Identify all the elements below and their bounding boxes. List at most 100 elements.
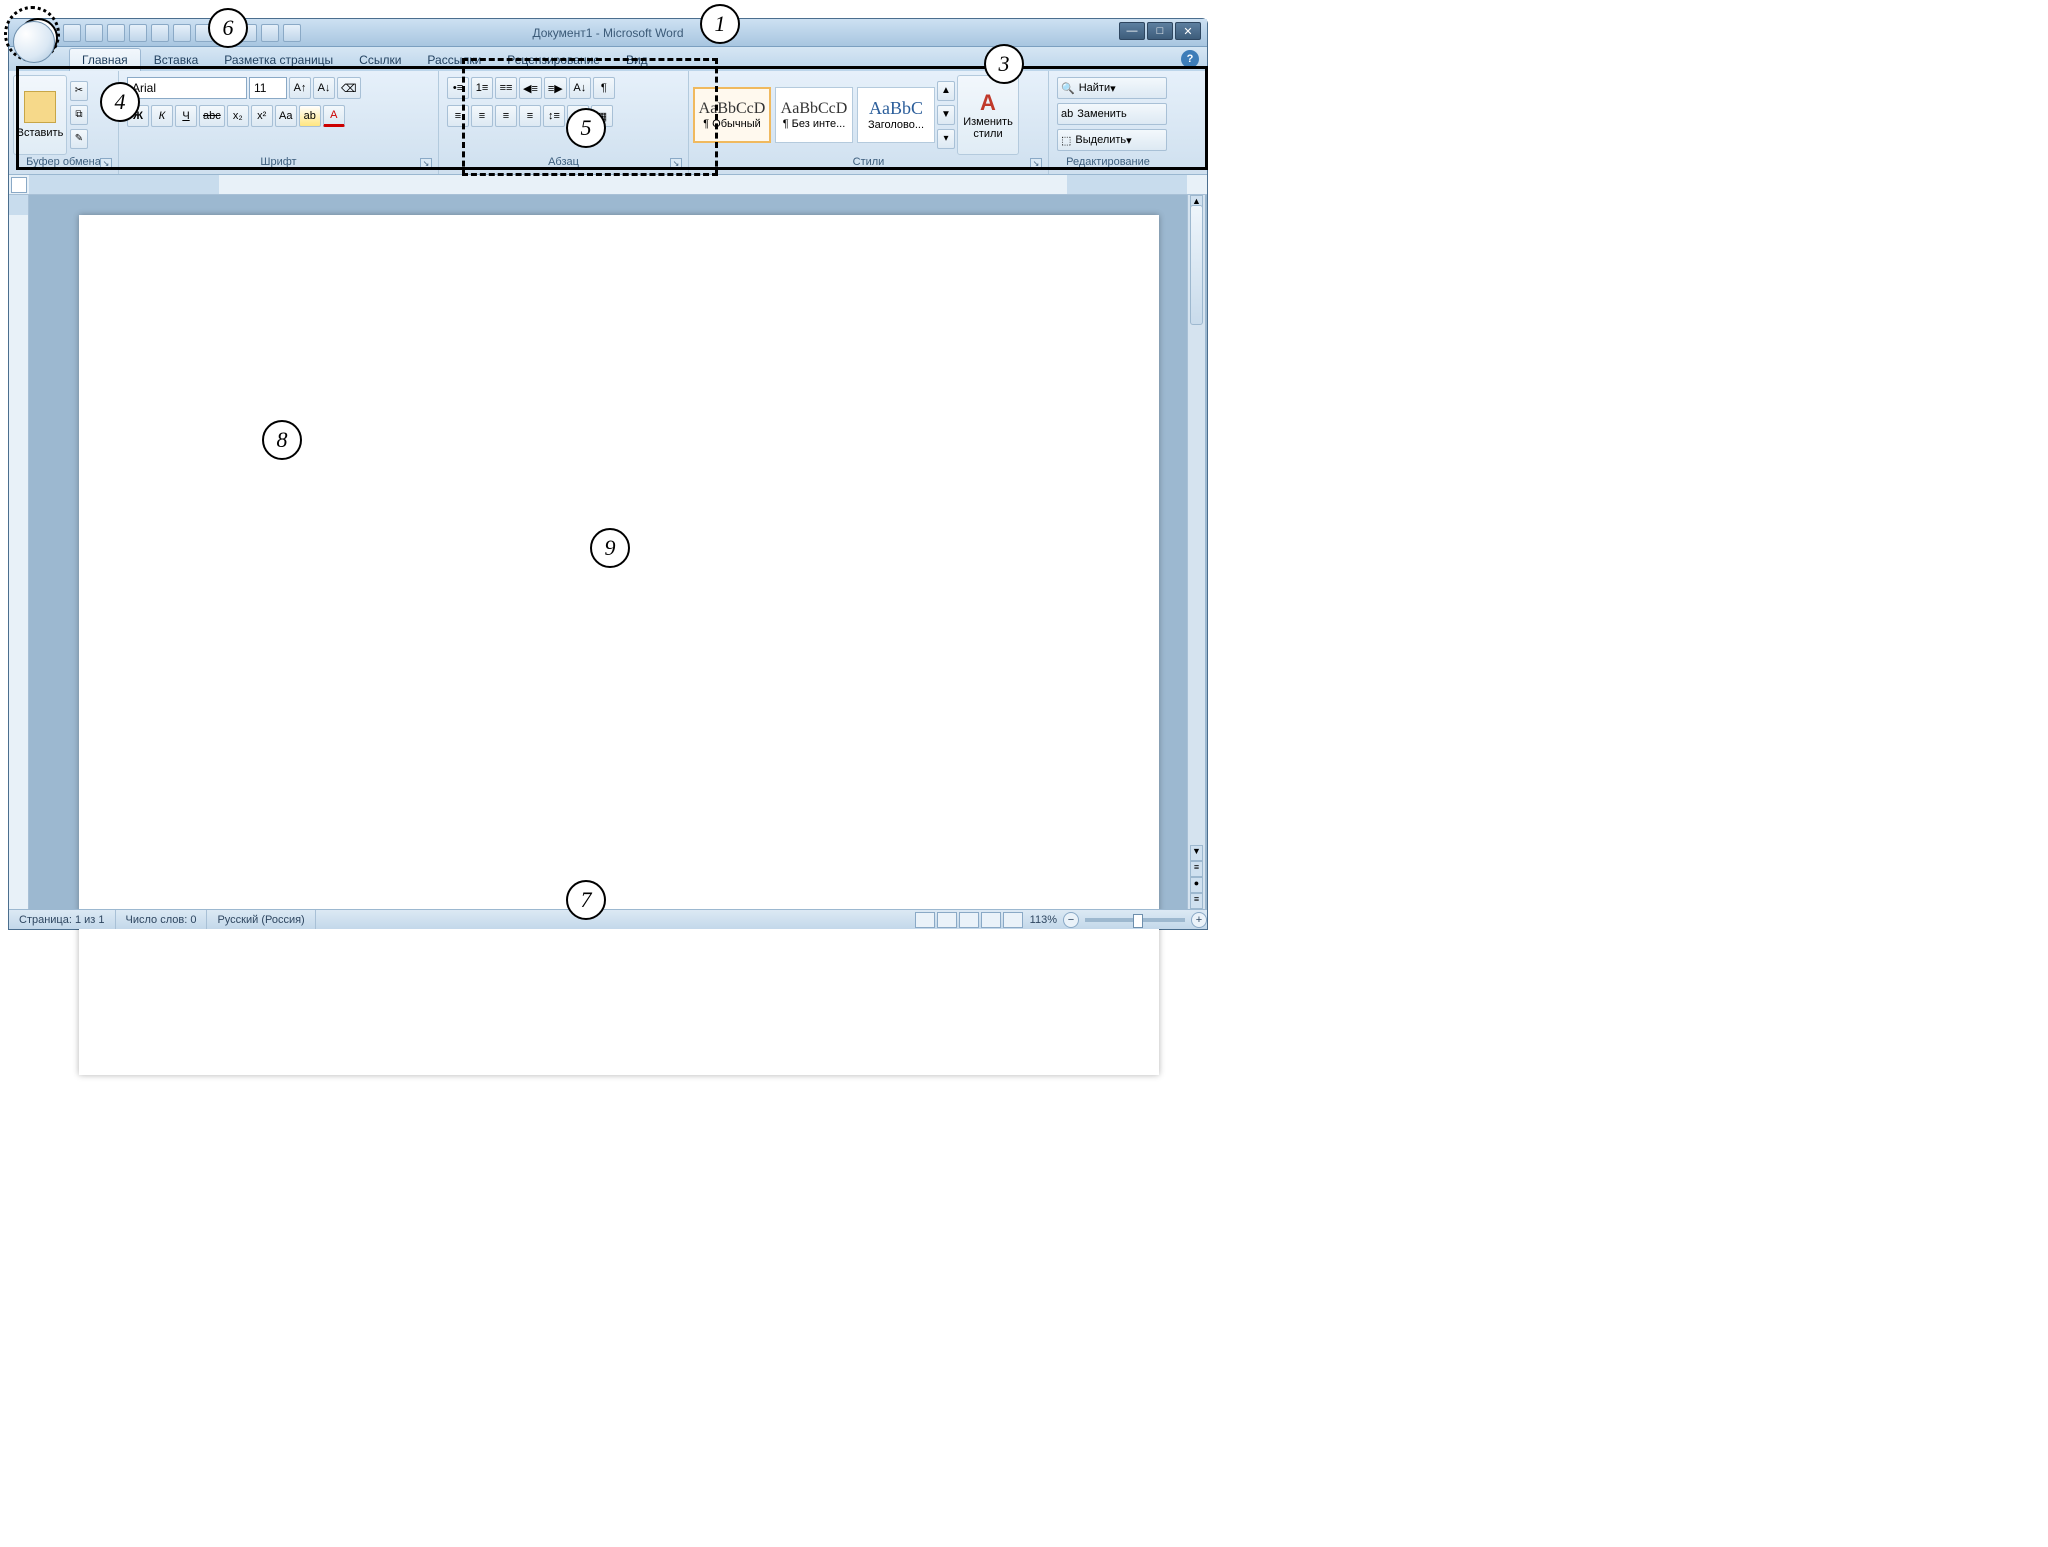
font-color-button[interactable]: A — [323, 105, 345, 127]
bold-button[interactable]: Ж — [127, 105, 149, 127]
close-button[interactable]: ✕ — [1175, 22, 1201, 40]
grow-font-button[interactable]: A↑ — [289, 77, 311, 99]
view-full-reading[interactable] — [937, 912, 957, 928]
clipboard-dialog-launcher[interactable]: ↘ — [100, 158, 112, 170]
ribbon: Вставить ✂ ⧉ ✎ Буфер обмена ↘ A↑ — [9, 71, 1207, 175]
styles-dialog-launcher[interactable]: ↘ — [1030, 158, 1042, 170]
clear-formatting-button[interactable]: ⌫ — [337, 77, 361, 99]
tab-selector[interactable] — [11, 177, 27, 193]
status-words[interactable]: Число слов: 0 — [116, 910, 208, 929]
status-bar: Страница: 1 из 1 Число слов: 0 Русский (… — [9, 909, 1207, 929]
tab-review[interactable]: Рецензирование — [494, 48, 613, 71]
font-name-combo[interactable] — [127, 77, 247, 99]
qat-open-icon[interactable] — [151, 24, 169, 42]
browse-object-button[interactable]: ● — [1190, 877, 1203, 893]
group-styles: AaBbCcD ¶ Обычный AaBbCcD ¶ Без инте... … — [689, 71, 1049, 174]
paragraph-dialog-launcher[interactable]: ↘ — [670, 158, 682, 170]
align-right-button[interactable]: ≡ — [495, 105, 517, 127]
change-styles-button[interactable]: A Изменить стили — [957, 75, 1019, 155]
status-language[interactable]: Русский (Россия) — [207, 910, 315, 929]
copy-button[interactable]: ⧉ — [70, 105, 88, 125]
line-spacing-button[interactable]: ↕≡ — [543, 105, 565, 127]
zoom-slider[interactable] — [1085, 918, 1185, 922]
scroll-thumb[interactable] — [1190, 205, 1203, 325]
ribbon-tabs: Главная Вставка Разметка страницы Ссылки… — [9, 47, 1207, 71]
prev-page-button[interactable]: ≡ — [1190, 861, 1203, 877]
maximize-button[interactable]: □ — [1147, 22, 1173, 40]
align-left-button[interactable]: ≡ — [447, 105, 469, 127]
shading-button[interactable]: ◧ — [567, 105, 589, 127]
decrease-indent-button[interactable]: ◀≡ — [519, 77, 542, 99]
tab-layout[interactable]: Разметка страницы — [211, 48, 346, 71]
shrink-font-button[interactable]: A↓ — [313, 77, 335, 99]
styles-scroll-up[interactable]: ▲ — [937, 81, 955, 101]
style-normal[interactable]: AaBbCcD ¶ Обычный — [693, 87, 771, 143]
tab-insert[interactable]: Вставка — [141, 48, 212, 71]
paste-button[interactable]: Вставить — [13, 75, 67, 155]
increase-indent-button[interactable]: ≡▶ — [544, 77, 567, 99]
group-paragraph: •≡ 1≡ ≡≡ ◀≡ ≡▶ A↓ ¶ ≡ ≡ ≡ ≡ ↕≡ ◧ ▦ — [439, 71, 689, 174]
numbering-button[interactable]: 1≡ — [471, 77, 493, 99]
find-button[interactable]: 🔍 Найти ▾ — [1057, 77, 1167, 99]
clipboard-group-label: Буфер обмена ↘ — [13, 156, 114, 174]
zoom-in-button[interactable]: + — [1191, 912, 1207, 928]
highlight-button[interactable]: ab — [299, 105, 321, 127]
view-outline[interactable] — [981, 912, 1001, 928]
justify-button[interactable]: ≡ — [519, 105, 541, 127]
vertical-ruler[interactable] — [9, 195, 29, 909]
office-button[interactable] — [13, 21, 55, 63]
superscript-button[interactable]: x² — [251, 105, 273, 127]
qat-new-icon[interactable] — [129, 24, 147, 42]
quick-access-toolbar — [63, 24, 301, 42]
qat-save-icon[interactable] — [63, 24, 81, 42]
zoom-out-button[interactable]: − — [1063, 912, 1079, 928]
vertical-scrollbar[interactable]: ▲ ▼ ≡ ● ≡ — [1187, 195, 1205, 909]
style-no-spacing[interactable]: AaBbCcD ¶ Без инте... — [775, 87, 853, 143]
view-web-layout[interactable] — [959, 912, 979, 928]
borders-button[interactable]: ▦ — [591, 105, 613, 127]
align-center-button[interactable]: ≡ — [471, 105, 493, 127]
styles-scroll-down[interactable]: ▼ — [937, 105, 955, 125]
qat-spellcheck-icon[interactable] — [173, 24, 191, 42]
qat-extra3-icon[interactable] — [261, 24, 279, 42]
tab-view[interactable]: Вид — [613, 48, 661, 71]
scroll-down-arrow[interactable]: ▼ — [1190, 845, 1203, 861]
change-case-button[interactable]: Aa — [275, 105, 297, 127]
format-painter-button[interactable]: ✎ — [70, 129, 88, 149]
style-heading1[interactable]: AaBbC Заголово... — [857, 87, 935, 143]
zoom-level[interactable]: 113% — [1024, 914, 1063, 926]
horizontal-ruler[interactable] — [9, 175, 1207, 195]
qat-undo-icon[interactable] — [85, 24, 103, 42]
view-draft[interactable] — [1003, 912, 1023, 928]
sort-button[interactable]: A↓ — [569, 77, 591, 99]
status-page[interactable]: Страница: 1 из 1 — [9, 910, 116, 929]
font-dialog-launcher[interactable]: ↘ — [420, 158, 432, 170]
qat-extra1-icon[interactable] — [217, 24, 235, 42]
group-editing: 🔍 Найти ▾ ab Заменить ⬚ Выделить ▾ Редак… — [1049, 71, 1167, 174]
replace-button[interactable]: ab Заменить — [1057, 103, 1167, 125]
help-button[interactable]: ? — [1181, 50, 1199, 68]
italic-button[interactable]: К — [151, 105, 173, 127]
next-page-button[interactable]: ≡ — [1190, 893, 1203, 909]
styles-expand[interactable]: ▾ — [937, 129, 955, 149]
qat-print-icon[interactable] — [195, 24, 213, 42]
multilevel-button[interactable]: ≡≡ — [495, 77, 517, 99]
show-marks-button[interactable]: ¶ — [593, 77, 615, 99]
view-print-layout[interactable] — [915, 912, 935, 928]
tab-references[interactable]: Ссылки — [346, 48, 414, 71]
qat-customize-icon[interactable] — [283, 24, 301, 42]
subscript-button[interactable]: x₂ — [227, 105, 249, 127]
group-font: A↑ A↓ ⌫ Ж К Ч abc x₂ x² Aa ab A Шрифт — [119, 71, 439, 174]
underline-button[interactable]: Ч — [175, 105, 197, 127]
tab-home[interactable]: Главная — [69, 48, 141, 71]
qat-redo-icon[interactable] — [107, 24, 125, 42]
strike-button[interactable]: abc — [199, 105, 225, 127]
document-page[interactable] — [79, 215, 1159, 1075]
cut-button[interactable]: ✂ — [70, 81, 88, 101]
select-button[interactable]: ⬚ Выделить ▾ — [1057, 129, 1167, 151]
minimize-button[interactable]: — — [1119, 22, 1145, 40]
bullets-button[interactable]: •≡ — [447, 77, 469, 99]
qat-extra2-icon[interactable] — [239, 24, 257, 42]
tab-mailings[interactable]: Рассылки — [414, 48, 494, 71]
font-size-combo[interactable] — [249, 77, 287, 99]
